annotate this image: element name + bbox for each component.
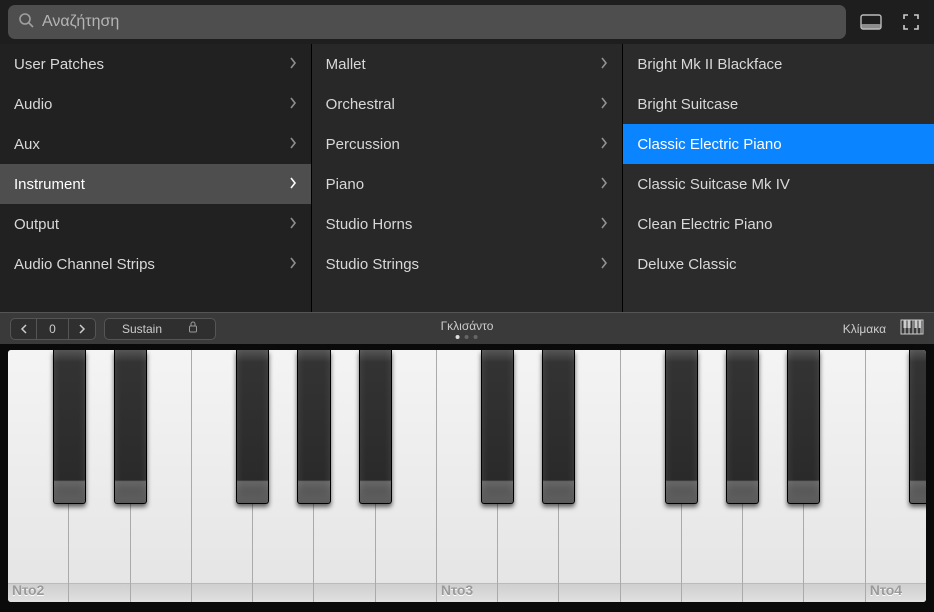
black-key[interactable]	[359, 350, 392, 504]
browser-item-label: User Patches	[14, 56, 104, 73]
chevron-right-icon	[289, 136, 297, 153]
lock-icon	[188, 321, 198, 336]
search-icon	[18, 12, 34, 33]
browser-item-label: Percussion	[326, 136, 400, 153]
browser-item-label: Output	[14, 216, 59, 233]
browser-item-label: Aux	[14, 136, 40, 153]
browser-item-label: Mallet	[326, 56, 366, 73]
browser-item[interactable]: Orchestral	[312, 84, 623, 124]
browser-item[interactable]: Mallet	[312, 44, 623, 84]
keyboard-icon[interactable]	[900, 319, 924, 338]
black-key[interactable]	[665, 350, 698, 504]
browser-item-label: Piano	[326, 176, 364, 193]
browser-item[interactable]: Aux	[0, 124, 311, 164]
black-key[interactable]	[726, 350, 759, 504]
search-input[interactable]	[42, 13, 836, 31]
page-dots[interactable]	[441, 335, 494, 339]
browser-item-label: Orchestral	[326, 96, 395, 113]
browser-item[interactable]: Audio	[0, 84, 311, 124]
browser-item[interactable]: Percussion	[312, 124, 623, 164]
black-key[interactable]	[53, 350, 86, 504]
browser-item-label: Bright Suitcase	[637, 96, 738, 113]
black-key[interactable]	[297, 350, 330, 504]
browser-item-label: Classic Electric Piano	[637, 136, 781, 153]
black-key[interactable]	[909, 350, 926, 504]
chevron-right-icon	[289, 56, 297, 73]
fullscreen-button[interactable]	[896, 7, 926, 37]
chevron-right-icon	[600, 216, 608, 233]
browser-item-label: Audio	[14, 96, 52, 113]
chevron-right-icon	[289, 256, 297, 273]
scale-label[interactable]: Κλίμακα	[843, 322, 886, 336]
chevron-right-icon	[289, 176, 297, 193]
black-key[interactable]	[542, 350, 575, 504]
browser-item-label: Classic Suitcase Mk IV	[637, 176, 790, 193]
chevron-right-icon	[600, 256, 608, 273]
window-mode-button[interactable]	[856, 7, 886, 37]
mode-label: Γκλισάντο	[441, 319, 494, 333]
black-key[interactable]	[114, 350, 147, 504]
browser-item-label: Studio Horns	[326, 216, 413, 233]
key-label: Ντο2	[12, 582, 44, 598]
browser-item[interactable]: Studio Strings	[312, 244, 623, 284]
chevron-right-icon	[289, 96, 297, 113]
browser-item[interactable]: Bright Mk II Blackface	[623, 44, 934, 84]
black-key[interactable]	[787, 350, 820, 504]
browser-item[interactable]: User Patches	[0, 44, 311, 84]
chevron-right-icon	[600, 136, 608, 153]
browser-item-label: Audio Channel Strips	[14, 256, 155, 273]
octave-up-button[interactable]	[69, 318, 95, 340]
octave-down-button[interactable]	[11, 318, 37, 340]
browser-item-label: Bright Mk II Blackface	[637, 56, 782, 73]
chevron-right-icon	[289, 216, 297, 233]
browser-item[interactable]: Classic Electric Piano	[623, 124, 934, 164]
browser-item[interactable]: Instrument	[0, 164, 311, 204]
browser-item[interactable]: Piano	[312, 164, 623, 204]
piano-keyboard[interactable]: Ντο2 Ντο3 Ντο4	[8, 350, 926, 602]
black-key[interactable]	[236, 350, 269, 504]
browser-item[interactable]: Clean Electric Piano	[623, 204, 934, 244]
chevron-right-icon	[600, 176, 608, 193]
browser-item[interactable]: Audio Channel Strips	[0, 244, 311, 284]
browser-item[interactable]: Deluxe Classic	[623, 244, 934, 284]
search-field[interactable]	[8, 5, 846, 39]
browser-item-label: Deluxe Classic	[637, 256, 736, 273]
browser-item-label: Instrument	[14, 176, 85, 193]
octave-value: 0	[37, 318, 69, 340]
sustain-label: Sustain	[122, 322, 162, 336]
browser-item[interactable]: Output	[0, 204, 311, 244]
browser-item-label: Clean Electric Piano	[637, 216, 772, 233]
browser-item[interactable]: Classic Suitcase Mk IV	[623, 164, 934, 204]
black-key[interactable]	[481, 350, 514, 504]
browser-item[interactable]: Studio Horns	[312, 204, 623, 244]
chevron-right-icon	[600, 96, 608, 113]
key-label: Ντο3	[441, 582, 473, 598]
octave-stepper[interactable]: 0	[10, 318, 96, 340]
browser-item-label: Studio Strings	[326, 256, 419, 273]
key-label: Ντο4	[870, 582, 902, 598]
chevron-right-icon	[600, 56, 608, 73]
sustain-button[interactable]: Sustain	[104, 318, 216, 340]
browser-item[interactable]: Bright Suitcase	[623, 84, 934, 124]
